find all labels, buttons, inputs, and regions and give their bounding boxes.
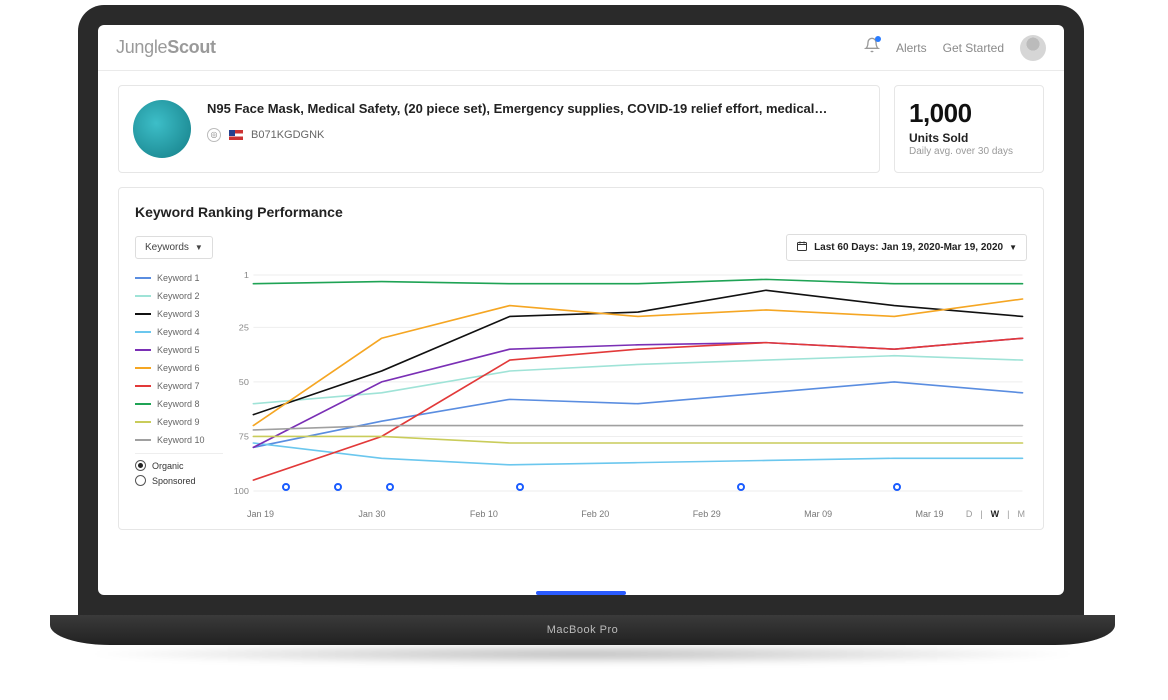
product-card: N95 Face Mask, Medical Safety, (20 piece… (118, 85, 880, 173)
legend-swatch (135, 439, 151, 441)
seller-icon: ◎ (207, 128, 221, 142)
laptop-frame: JungleScout Alerts Get Started N95 Face … (78, 5, 1084, 615)
legend-item[interactable]: Keyword 1 (135, 273, 223, 283)
date-range-label: Last 60 Days: Jan 19, 2020-Mar 19, 2020 (814, 242, 1003, 253)
legend-item[interactable]: Keyword 7 (135, 381, 223, 391)
legend-swatch (135, 349, 151, 351)
legend-swatch (135, 367, 151, 369)
x-tick: Jan 19 (247, 509, 358, 519)
keyword-ranking-chart-card: Keyword Ranking Performance Keywords ▼ L… (118, 187, 1044, 530)
scroll-indicator[interactable] (536, 591, 626, 595)
legend-label: Keyword 9 (157, 417, 200, 427)
x-tick: Feb 10 (470, 509, 581, 519)
date-range-picker[interactable]: Last 60 Days: Jan 19, 2020-Mar 19, 2020 … (786, 234, 1027, 261)
product-asin: B071KGDGNK (251, 129, 324, 141)
units-sold-card: 1,000 Units Sold Daily avg. over 30 days (894, 85, 1044, 173)
legend-label: Keyword 5 (157, 345, 200, 355)
x-axis-ticks: Jan 19Jan 30Feb 10Feb 20Feb 29Mar 09Mar … (233, 509, 1027, 519)
alerts-link[interactable]: Alerts (896, 41, 927, 55)
main-content: N95 Face Mask, Medical Safety, (20 piece… (98, 71, 1064, 595)
legend-swatch (135, 403, 151, 405)
legend-item[interactable]: Keyword 6 (135, 363, 223, 373)
chevron-down-icon: ▼ (195, 243, 203, 252)
granularity-sep: | (1005, 509, 1011, 519)
get-started-link[interactable]: Get Started (943, 41, 1004, 55)
legend-separator (135, 453, 223, 454)
notification-dot-icon (875, 36, 881, 42)
event-markers-row (247, 483, 1027, 493)
x-tick: Mar 09 (804, 509, 915, 519)
line-chart: 1255075100 (233, 269, 1027, 507)
x-tick: Feb 29 (693, 509, 804, 519)
laptop-base: MacBook Pro (50, 615, 1115, 645)
avatar[interactable] (1020, 35, 1046, 61)
legend-label: Keyword 8 (157, 399, 200, 409)
granularity-month[interactable]: M (1016, 509, 1028, 519)
product-title: N95 Face Mask, Medical Safety, (20 piece… (207, 100, 865, 118)
legend-swatch (135, 421, 151, 423)
product-thumbnail (133, 100, 191, 158)
svg-text:25: 25 (239, 323, 249, 332)
chevron-down-icon: ▼ (1009, 243, 1017, 252)
stat-value: 1,000 (909, 98, 1029, 129)
legend-item[interactable]: Keyword 2 (135, 291, 223, 301)
svg-text:50: 50 (239, 377, 249, 386)
event-marker-icon[interactable] (737, 483, 745, 491)
event-marker-icon[interactable] (386, 483, 394, 491)
calendar-icon (796, 240, 808, 255)
legend-swatch (135, 277, 151, 279)
legend-label: Keyword 1 (157, 273, 200, 283)
legend-item[interactable]: Keyword 5 (135, 345, 223, 355)
legend-label: Keyword 6 (157, 363, 200, 373)
chart-plot-area: 1255075100 Jan 19Jan 30Feb 10Feb 20Feb 2… (233, 269, 1027, 519)
brand-logo: JungleScout (116, 37, 216, 58)
legend-item[interactable]: Keyword 10 (135, 435, 223, 445)
chart-legend: Keyword 1 Keyword 2 Keyword 3 Keyword 4 Keyw… (135, 269, 223, 519)
legend-swatch (135, 313, 151, 315)
brand-suffix: Scout (167, 37, 216, 57)
legend-label: Keyword 7 (157, 381, 200, 391)
keywords-dropdown[interactable]: Keywords ▼ (135, 236, 213, 259)
legend-item[interactable]: Keyword 4 (135, 327, 223, 337)
legend-label: Keyword 2 (157, 291, 200, 301)
radio-icon (135, 475, 146, 486)
product-meta-row: ◎ B071KGDGNK (207, 128, 865, 142)
svg-text:1: 1 (244, 271, 249, 280)
legend-swatch (135, 385, 151, 387)
radio-organic[interactable]: Organic (135, 460, 223, 471)
svg-text:75: 75 (239, 432, 249, 441)
keywords-dropdown-label: Keywords (145, 242, 189, 253)
granularity-sep: | (978, 509, 984, 519)
granularity-day[interactable]: D (964, 509, 975, 519)
legend-swatch (135, 331, 151, 333)
radio-icon (135, 460, 146, 471)
legend-item[interactable]: Keyword 9 (135, 417, 223, 427)
granularity-toggle[interactable]: D | W | M (964, 509, 1027, 519)
x-tick: Jan 30 (358, 509, 469, 519)
event-marker-icon[interactable] (893, 483, 901, 491)
event-marker-icon[interactable] (282, 483, 290, 491)
legend-item[interactable]: Keyword 3 (135, 309, 223, 319)
flag-us-icon (229, 130, 243, 140)
alerts-bell-icon[interactable] (864, 37, 880, 58)
granularity-week[interactable]: W (989, 509, 1002, 519)
legend-label: Keyword 4 (157, 327, 200, 337)
radio-label: Sponsored (152, 476, 196, 486)
legend-label: Keyword 3 (157, 309, 200, 319)
stat-label: Units Sold (909, 131, 1029, 145)
legend-label: Keyword 10 (157, 435, 205, 445)
x-tick: Feb 20 (581, 509, 692, 519)
radio-sponsored[interactable]: Sponsored (135, 475, 223, 486)
brand-prefix: Jungle (116, 37, 167, 57)
legend-swatch (135, 295, 151, 297)
app-header: JungleScout Alerts Get Started (98, 25, 1064, 71)
radio-label: Organic (152, 461, 184, 471)
event-marker-icon[interactable] (516, 483, 524, 491)
stat-sublabel: Daily avg. over 30 days (909, 146, 1029, 157)
app-screen: JungleScout Alerts Get Started N95 Face … (98, 25, 1064, 595)
event-marker-icon[interactable] (334, 483, 342, 491)
legend-item[interactable]: Keyword 8 (135, 399, 223, 409)
chart-title: Keyword Ranking Performance (135, 204, 1027, 220)
